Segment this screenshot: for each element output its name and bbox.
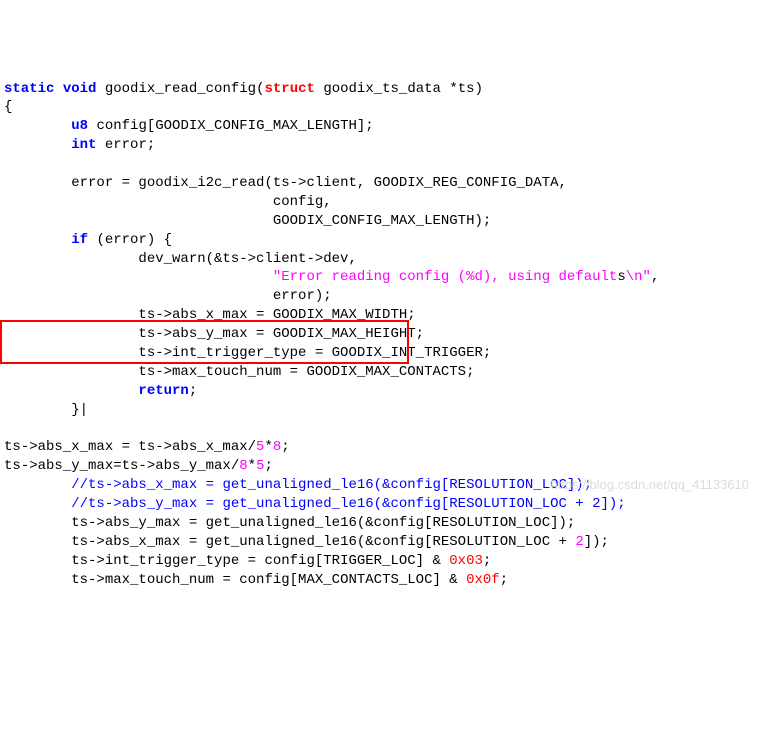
- abs-y-unaligned: ts->abs_y_max = get_unaligned_le16(&conf…: [71, 515, 575, 531]
- arg-maxlen: GOODIX_CONFIG_MAX_LENGTH);: [273, 213, 491, 229]
- highlighted-line-1: ts->abs_x_max = ts->abs_x_max/5*8;: [4, 439, 290, 455]
- abs-x-unaligned: ts->abs_x_max = get_unaligned_le16(&conf…: [71, 534, 609, 550]
- keyword-struct: struct: [264, 81, 314, 97]
- dev-warn: dev_warn(&ts->client->dev,: [138, 251, 356, 267]
- string-s: s: [617, 269, 625, 285]
- brace-open: {: [4, 99, 12, 115]
- param: *ts: [449, 81, 474, 97]
- string-newline: \n": [626, 269, 651, 285]
- arg-config: config,: [273, 194, 332, 210]
- struct-type: goodix_ts_data: [323, 81, 441, 97]
- semicolon: ;: [189, 383, 197, 399]
- decl-config: config[GOODIX_CONFIG_MAX_LENGTH];: [96, 118, 373, 134]
- max-touch-assign: ts->max_touch_num = GOODIX_MAX_CONTACTS;: [138, 364, 474, 380]
- keyword-return: return: [138, 383, 188, 399]
- type-u8: u8: [71, 118, 88, 134]
- max-touch-config: ts->max_touch_num = config[MAX_CONTACTS_…: [71, 572, 508, 588]
- keyword-if: if: [71, 232, 88, 248]
- highlighted-line-2: ts->abs_y_max=ts->abs_y_max/8*5;: [4, 458, 273, 474]
- comment-line-2: //ts->abs_y_max = get_unaligned_le16(&co…: [71, 496, 626, 512]
- function-name: goodix_read_config: [105, 81, 256, 97]
- keyword-static: static: [4, 81, 54, 97]
- abs-x-assign: ts->abs_x_max = GOODIX_MAX_WIDTH;: [138, 307, 415, 323]
- brace-close-cursor: }|: [71, 402, 88, 418]
- int-trigger-assign: ts->int_trigger_type = GOODIX_INT_TRIGGE…: [138, 345, 491, 361]
- abs-y-assign: ts->abs_y_max = GOODIX_MAX_HEIGHT;: [138, 326, 424, 342]
- assign-error: error = goodix_i2c_read(ts->client, GOOD…: [71, 175, 567, 191]
- int-trigger-config: ts->int_trigger_type = config[TRIGGER_LO…: [71, 553, 491, 569]
- warn-error-arg: error);: [273, 288, 332, 304]
- code-block: static void goodix_read_config(struct go…: [4, 80, 753, 590]
- comment-line-1: //ts->abs_x_max = get_unaligned_le16(&co…: [71, 477, 592, 493]
- keyword-void: void: [63, 81, 97, 97]
- if-cond: (error) {: [96, 232, 172, 248]
- decl-error: error;: [105, 137, 155, 153]
- comma: ,: [651, 269, 659, 285]
- type-int: int: [71, 137, 96, 153]
- string-literal: "Error reading config (%d), using defaul…: [273, 269, 617, 285]
